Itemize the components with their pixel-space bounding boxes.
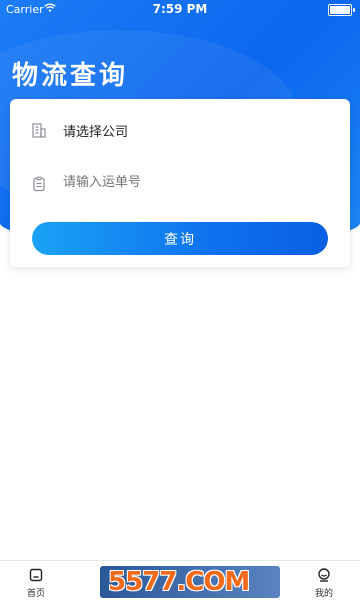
building-icon xyxy=(32,123,46,138)
tab-mine-label: 我的 xyxy=(314,589,333,599)
status-time: 7:59 PM xyxy=(152,2,208,16)
status-bar: Carrier 7:59 PM xyxy=(0,0,360,20)
company-selector-label: 请选择公司 xyxy=(63,125,129,140)
tab-home-label: 首页 xyxy=(26,589,45,599)
home-icon xyxy=(29,568,43,582)
tracking-number-input[interactable] xyxy=(63,175,313,190)
query-card: 请选择公司 查询 xyxy=(10,99,350,267)
tab-mine[interactable]: 我的 xyxy=(294,561,354,601)
watermark-text: 5577.COM xyxy=(108,567,250,597)
watermark-logo: 5577.COM xyxy=(100,566,280,598)
page-title: 物流查询 xyxy=(12,61,129,91)
battery-icon xyxy=(328,4,355,16)
tracking-number-row xyxy=(10,164,350,204)
tab-home[interactable]: 首页 xyxy=(6,561,66,601)
profile-icon xyxy=(318,568,330,582)
company-selector[interactable]: 请选择公司 xyxy=(10,110,350,150)
clipboard-icon xyxy=(33,176,45,192)
query-button[interactable]: 查询 xyxy=(32,222,328,255)
